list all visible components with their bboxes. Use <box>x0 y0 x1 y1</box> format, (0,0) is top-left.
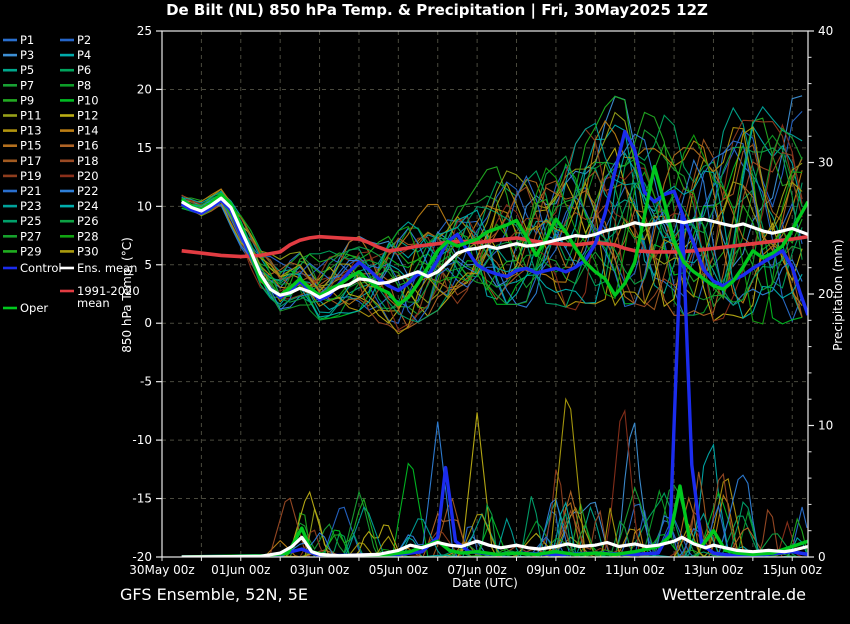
legend-P3-label: P3 <box>20 48 34 62</box>
legend-oper-label: Oper <box>20 301 48 315</box>
date-tick-label: 09Jun 00z <box>526 563 585 577</box>
footer-site-label: Wetterzentrale.de <box>662 585 806 604</box>
precip-tick-label: 0 <box>818 550 826 564</box>
date-tick-label: 07Jun 00z <box>447 563 506 577</box>
date-axis-label: Date (UTC) <box>452 576 518 590</box>
temp-tick-label: -20 <box>132 550 152 564</box>
temp-tick-label: 10 <box>137 199 152 213</box>
legend-P15-label: P15 <box>20 139 42 153</box>
legend-P4-label: P4 <box>77 48 91 62</box>
chart-title: De Bilt (NL) 850 hPa Temp. & Precipitati… <box>166 1 708 20</box>
legend-P6-label: P6 <box>77 63 91 77</box>
legend-P10-label: P10 <box>77 93 99 107</box>
legend-P19-label: P19 <box>20 169 42 183</box>
footer-model-label: GFS Ensemble, 52N, 5E <box>120 585 308 604</box>
legend-P23-label: P23 <box>20 199 42 213</box>
date-tick-label: 30May 00z <box>129 563 194 577</box>
legend-P2-label: P2 <box>77 33 91 47</box>
temp-tick-label: 15 <box>137 141 152 155</box>
legend-P20-label: P20 <box>77 169 99 183</box>
legend-P29-label: P29 <box>20 244 42 258</box>
legend-P14-label: P14 <box>77 124 99 138</box>
legend-P5-label: P5 <box>20 63 34 77</box>
ensemble-meteogram-chart: De Bilt (NL) 850 hPa Temp. & Precipitati… <box>3 1 845 604</box>
legend-P21-label: P21 <box>20 184 42 198</box>
temp-tick-label: -15 <box>132 492 152 506</box>
temp-tick-label: 25 <box>137 24 152 38</box>
legend-P24-label: P24 <box>77 199 99 213</box>
legend-P30-label: P30 <box>77 244 99 258</box>
series-lines <box>180 95 808 557</box>
legend-P1-label: P1 <box>20 33 34 47</box>
temp-tick-label: 20 <box>137 82 152 96</box>
legend-P9-label: P9 <box>20 93 34 107</box>
legend-P25-label: P25 <box>20 214 42 228</box>
date-tick-label: 13Jun 00z <box>684 563 743 577</box>
temp-tick-label: -5 <box>140 375 152 389</box>
date-tick-label: 11Jun 00z <box>605 563 664 577</box>
legend-control-label: Control <box>20 261 62 275</box>
date-tick-label: 15Jun 00z <box>763 563 822 577</box>
legend-P17-label: P17 <box>20 154 42 168</box>
meteogram-page: De Bilt (NL) 850 hPa Temp. & Precipitati… <box>0 0 850 620</box>
legend-climate-label-line2: mean <box>77 296 110 310</box>
date-tick-label: 05Jun 00z <box>369 563 428 577</box>
legend-P11-label: P11 <box>20 109 42 123</box>
temp-tick-label: -10 <box>132 433 152 447</box>
legend-P12-label: P12 <box>77 109 99 123</box>
legend-P16-label: P16 <box>77 139 99 153</box>
temp-axis-label: 850 hPa Temp. (°C) <box>120 237 134 353</box>
date-tick-label: 01Jun 00z <box>211 563 270 577</box>
precip-tick-label: 30 <box>818 156 833 170</box>
legend-P26-label: P26 <box>77 214 99 228</box>
legend-P18-label: P18 <box>77 154 99 168</box>
legend-P7-label: P7 <box>20 78 34 92</box>
precip-axis-label: Precipitation (mm) <box>831 239 845 351</box>
precip-tick-label: 10 <box>818 419 833 433</box>
temp-tick-label: 5 <box>144 258 152 272</box>
legend-P22-label: P22 <box>77 184 99 198</box>
legend-P8-label: P8 <box>77 78 91 92</box>
precip-tick-label: 40 <box>818 24 833 38</box>
legend-P28-label: P28 <box>77 229 99 243</box>
temp-tick-label: 0 <box>144 316 152 330</box>
legend-P13-label: P13 <box>20 124 42 138</box>
legend-P27-label: P27 <box>20 229 42 243</box>
date-tick-label: 03Jun 00z <box>290 563 349 577</box>
